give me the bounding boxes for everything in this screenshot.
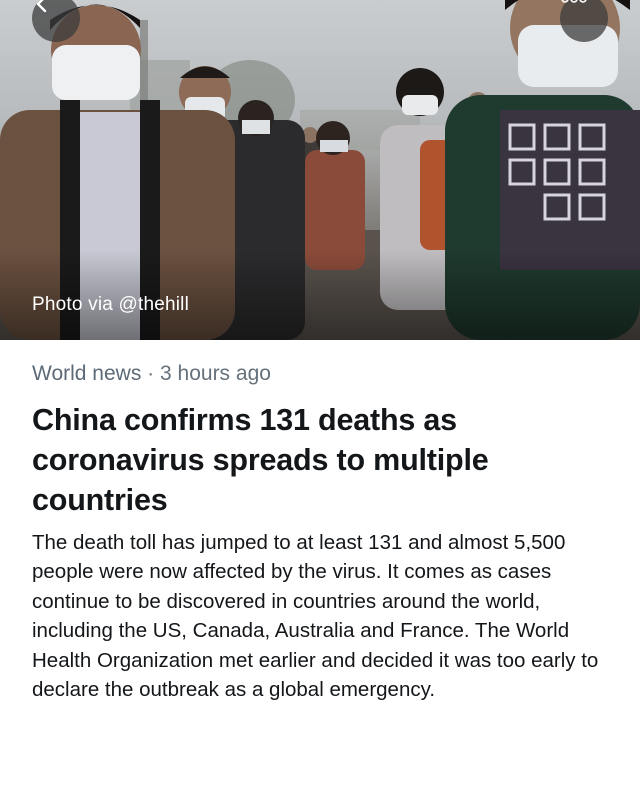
hero-photo[interactable]: Photo via @thehill	[0, 0, 640, 340]
category-label[interactable]: World news	[32, 362, 141, 385]
meta-separator: ·	[147, 362, 155, 385]
article-meta: World news · 3 hours ago	[32, 360, 612, 388]
chevron-left-icon	[36, 0, 47, 13]
article-body: The death toll has jumped to at least 13…	[32, 531, 599, 702]
ellipsis-icon	[561, 0, 587, 3]
photo-credit[interactable]: Photo via @thehill	[32, 294, 189, 316]
article: World news · 3 hours ago China confirms …	[32, 360, 612, 704]
timestamp: 3 hours ago	[160, 362, 271, 385]
article-headline: China confirms 131 deaths as coronavirus…	[32, 403, 489, 517]
